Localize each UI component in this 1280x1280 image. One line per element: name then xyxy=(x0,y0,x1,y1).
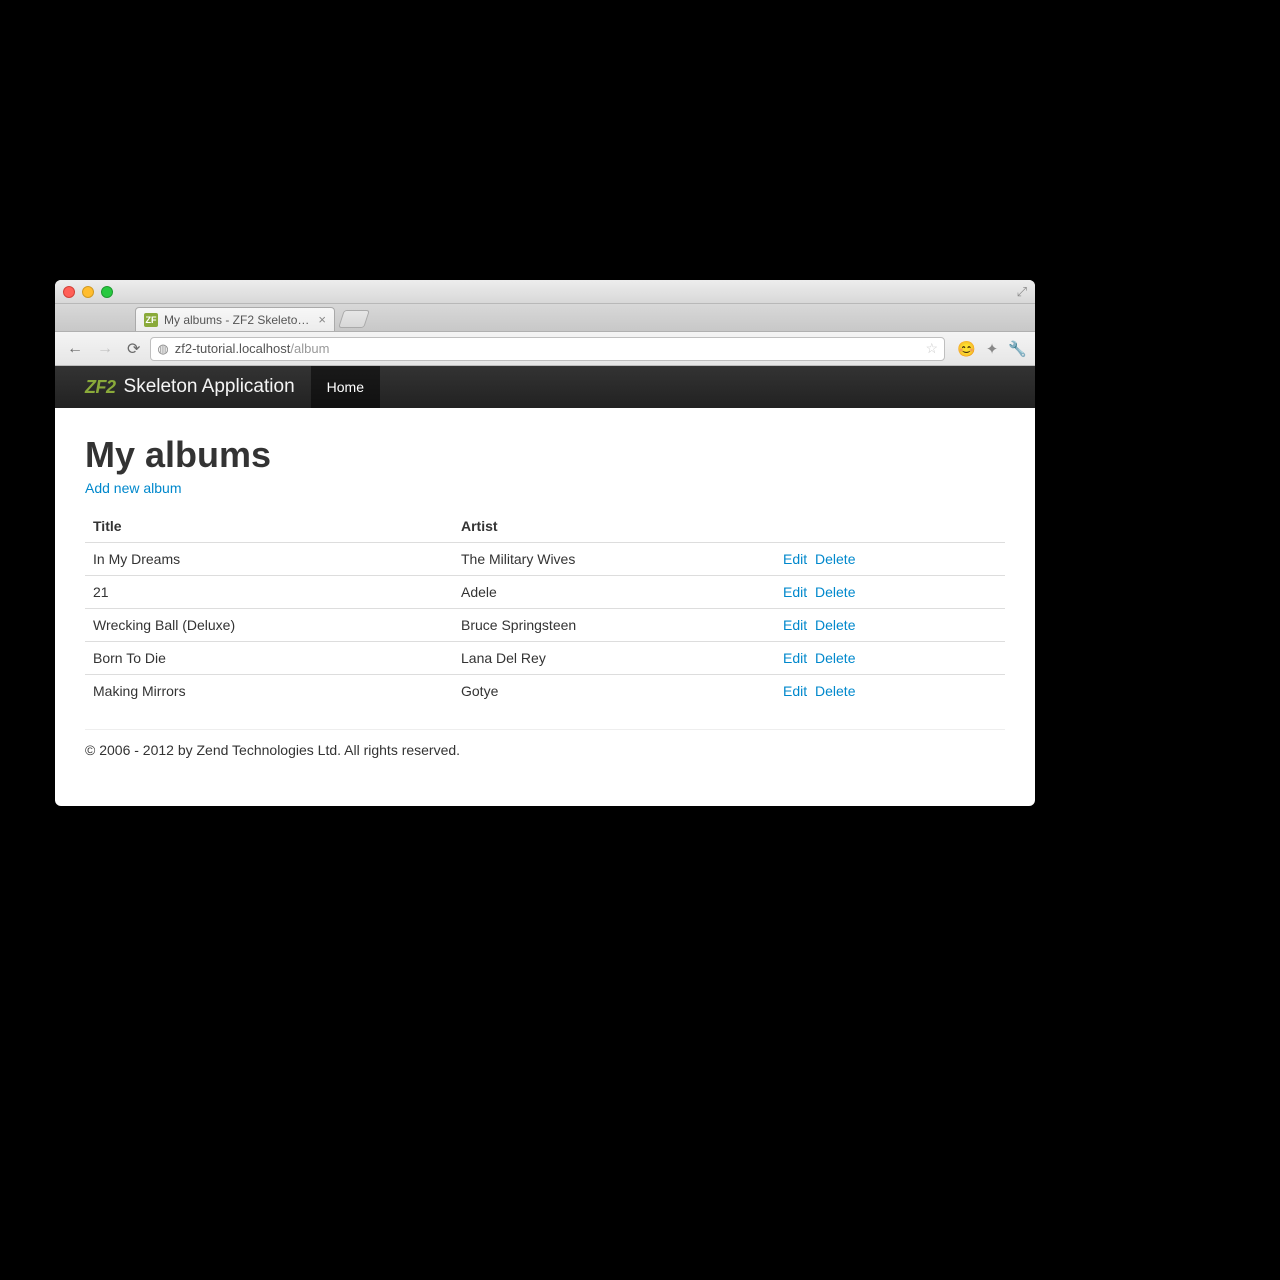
table-row: Born To Die Lana Del Rey Edit Delete xyxy=(85,642,1005,675)
col-header-actions xyxy=(775,510,1005,543)
zoom-window-button[interactable] xyxy=(101,286,113,298)
page-content: My albums Add new album Title Artist In … xyxy=(55,408,1035,806)
browser-window: ⤢ ZF My albums - ZF2 Skeleton A × ← → ⟳ … xyxy=(55,280,1035,806)
brand-logo-icon: ZF2 xyxy=(85,377,116,398)
nav-item-home[interactable]: Home xyxy=(311,366,380,408)
tab-title: My albums - ZF2 Skeleton A xyxy=(164,313,312,327)
cell-title: Making Mirrors xyxy=(85,675,453,708)
albums-table: Title Artist In My Dreams The Military W… xyxy=(85,510,1005,707)
delete-link[interactable]: Delete xyxy=(815,584,855,600)
col-header-title: Title xyxy=(85,510,453,543)
table-header-row: Title Artist xyxy=(85,510,1005,543)
delete-link[interactable]: Delete xyxy=(815,551,855,567)
delete-link[interactable]: Delete xyxy=(815,683,855,699)
cell-title: Wrecking Ball (Deluxe) xyxy=(85,609,453,642)
wrench-menu-icon[interactable]: 🔧 xyxy=(1008,340,1027,358)
table-row: In My Dreams The Military Wives Edit Del… xyxy=(85,543,1005,576)
url-text: zf2-tutorial.localhost/album xyxy=(175,341,920,356)
fullscreen-icon[interactable]: ⤢ xyxy=(1017,284,1027,300)
new-tab-button[interactable] xyxy=(338,310,370,328)
table-row: 21 Adele Edit Delete xyxy=(85,576,1005,609)
nav-item-label: Home xyxy=(327,379,364,395)
back-button[interactable]: ← xyxy=(63,340,87,358)
site-info-icon[interactable]: ◍ xyxy=(157,341,168,357)
window-controls xyxy=(63,286,113,298)
cell-actions: Edit Delete xyxy=(775,675,1005,708)
cell-title: 21 xyxy=(85,576,453,609)
cell-artist: The Military Wives xyxy=(453,543,775,576)
cell-actions: Edit Delete xyxy=(775,543,1005,576)
delete-link[interactable]: Delete xyxy=(815,650,855,666)
browser-toolbar: ← → ⟳ ◍ zf2-tutorial.localhost/album ☆ 😊… xyxy=(55,332,1035,366)
cell-artist: Lana Del Rey xyxy=(453,642,775,675)
minimize-window-button[interactable] xyxy=(82,286,94,298)
browser-tab-active[interactable]: ZF My albums - ZF2 Skeleton A × xyxy=(135,307,335,331)
window-titlebar: ⤢ xyxy=(55,280,1035,304)
table-row: Wrecking Ball (Deluxe) Bruce Springsteen… xyxy=(85,609,1005,642)
forward-button: → xyxy=(93,340,117,358)
url-host: zf2-tutorial.localhost xyxy=(175,341,291,356)
delete-link[interactable]: Delete xyxy=(815,617,855,633)
cell-artist: Bruce Springsteen xyxy=(453,609,775,642)
cell-actions: Edit Delete xyxy=(775,642,1005,675)
edit-link[interactable]: Edit xyxy=(783,551,807,567)
extension-icon[interactable]: ✦ xyxy=(986,340,999,358)
brand[interactable]: ZF2 Skeleton Application xyxy=(55,376,311,398)
close-tab-icon[interactable]: × xyxy=(318,312,326,327)
address-bar[interactable]: ◍ zf2-tutorial.localhost/album ☆ xyxy=(150,337,945,361)
edit-link[interactable]: Edit xyxy=(783,683,807,699)
edit-link[interactable]: Edit xyxy=(783,650,807,666)
toolbar-extensions: 😊 ✦ 🔧 xyxy=(951,340,1027,358)
browser-tabstrip: ZF My albums - ZF2 Skeleton A × xyxy=(55,304,1035,332)
cell-actions: Edit Delete xyxy=(775,576,1005,609)
edit-link[interactable]: Edit xyxy=(783,584,807,600)
tab-favicon-icon: ZF xyxy=(144,313,158,327)
extension-icon[interactable]: 😊 xyxy=(957,340,976,358)
cell-artist: Adele xyxy=(453,576,775,609)
table-row: Making Mirrors Gotye Edit Delete xyxy=(85,675,1005,708)
close-window-button[interactable] xyxy=(63,286,75,298)
add-new-album-link[interactable]: Add new album xyxy=(85,480,182,496)
bookmark-star-icon[interactable]: ☆ xyxy=(925,340,938,357)
cell-artist: Gotye xyxy=(453,675,775,708)
url-path: /album xyxy=(290,341,329,356)
app-navbar: ZF2 Skeleton Application Home xyxy=(55,366,1035,408)
cell-title: In My Dreams xyxy=(85,543,453,576)
footer-divider xyxy=(85,729,1005,730)
cell-actions: Edit Delete xyxy=(775,609,1005,642)
edit-link[interactable]: Edit xyxy=(783,617,807,633)
col-header-artist: Artist xyxy=(453,510,775,543)
footer-text: © 2006 - 2012 by Zend Technologies Ltd. … xyxy=(85,742,1005,782)
page-title: My albums xyxy=(85,434,1005,476)
reload-button[interactable]: ⟳ xyxy=(123,339,144,359)
brand-text: Skeleton Application xyxy=(124,376,295,398)
cell-title: Born To Die xyxy=(85,642,453,675)
